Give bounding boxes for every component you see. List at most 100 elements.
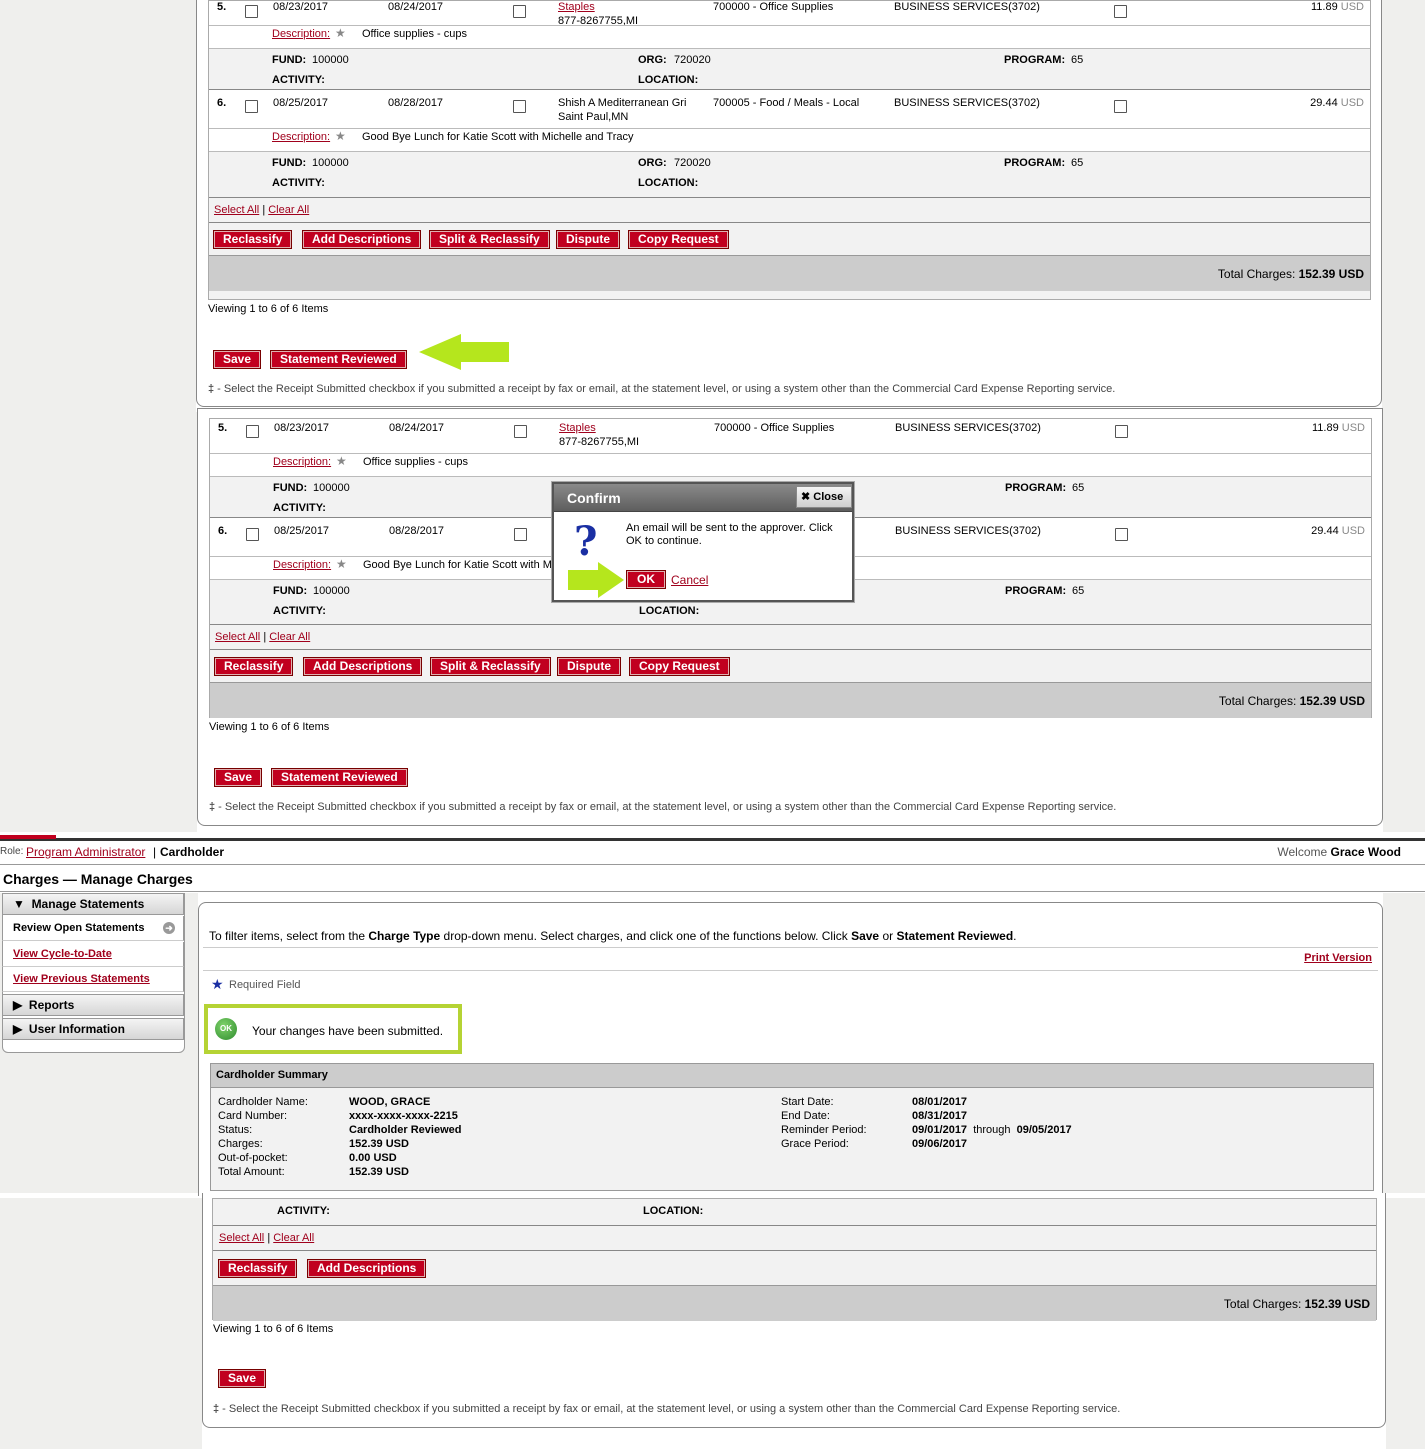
page-title-bar: Charges — Manage Charges <box>0 864 1425 892</box>
save-button[interactable]: Save <box>213 350 262 369</box>
select-row: Select All | Clear All <box>215 631 311 643</box>
summary-value: 09/05/2017 <box>1016 1124 1072 1136</box>
print-version-link[interactable]: Print Version <box>1304 952 1372 964</box>
gl-account: 700000 - Office Supplies <box>713 1 834 13</box>
ok-button[interactable]: OK <box>626 570 666 589</box>
summary-label: Status: <box>218 1124 253 1136</box>
amount: 11.89 <box>1310 1 1338 13</box>
receipt-checkbox[interactable] <box>514 425 527 438</box>
total-value: 152.39 USD <box>1298 267 1364 281</box>
currency: USD <box>1341 422 1365 434</box>
cancel-link[interactable]: Cancel <box>671 573 708 587</box>
user-name: Grace Wood <box>1330 845 1401 859</box>
description-link[interactable]: Description: <box>273 559 331 571</box>
description-text: Office supplies - cups <box>362 28 467 40</box>
total-value: 152.39 USD <box>1304 1297 1370 1311</box>
clear-all-link[interactable]: Clear All <box>268 204 309 216</box>
summary-value: WOOD, GRACE <box>349 1096 431 1108</box>
select-checkbox[interactable] <box>245 100 258 113</box>
clear-all-link[interactable]: Clear All <box>273 1232 314 1244</box>
description-row: Description: ★ Good Bye Lunch for Katie … <box>209 129 1370 151</box>
table-row: 5. 08/23/2017 08/24/2017 Staples 877-826… <box>210 419 1371 453</box>
required-star-icon: ★ <box>211 976 224 992</box>
success-message: OK Your changes have been submitted. <box>204 1004 462 1054</box>
row-number: 5. <box>218 422 228 434</box>
fund-label: FUND: <box>272 157 307 169</box>
select-row: Select All | Clear All <box>214 204 310 216</box>
copy-request-button[interactable]: Copy Request <box>629 657 730 676</box>
save-button[interactable]: Save <box>214 768 263 787</box>
nav-view-previous-statements[interactable]: View Previous Statements <box>2 967 184 992</box>
trans-date: 08/24/2017 <box>389 422 445 434</box>
action-bar: Reclassify Add Descriptions Split & Recl… <box>209 223 1370 255</box>
program-value: 65 <box>1071 54 1084 66</box>
footnote-text: - Select the Receipt Submitted checkbox … <box>219 1403 1121 1415</box>
charges-panel-2: 5. 08/23/2017 08/24/2017 Staples 877-826… <box>197 408 1383 826</box>
reclassify-button[interactable]: Reclassify <box>213 230 293 249</box>
nav-view-cycle-to-date[interactable]: View Cycle-to-Date <box>2 942 184 967</box>
confirm-dialog: Confirm ✖ Close ? An email will be sent … <box>552 482 854 602</box>
pointer-arrow-icon <box>419 334 509 370</box>
reclassify-button[interactable]: Reclassify <box>214 657 294 676</box>
total-bar: Total Charges: 152.39 USD <box>213 1285 1376 1321</box>
add-descriptions-button[interactable]: Add Descriptions <box>307 1259 427 1278</box>
nav-review-open-statements[interactable]: Review Open Statements ➜ <box>2 916 184 941</box>
add-descriptions-button[interactable]: Add Descriptions <box>303 657 423 676</box>
statement-reviewed-button[interactable]: Statement Reviewed <box>270 350 407 369</box>
select-checkbox[interactable] <box>246 528 259 541</box>
currency: USD <box>1340 97 1364 109</box>
trans-date: 08/24/2017 <box>388 1 444 13</box>
select-checkbox[interactable] <box>246 425 259 438</box>
copy-request-button[interactable]: Copy Request <box>628 230 729 249</box>
activity-label: ACTIVITY: <box>272 74 325 86</box>
receipt-checkbox[interactable] <box>513 100 526 113</box>
row-number: 6. <box>218 525 228 537</box>
summary-label: Charges: <box>218 1138 263 1150</box>
select-checkbox[interactable] <box>245 5 258 18</box>
select-all-link[interactable]: Select All <box>214 204 259 216</box>
dispute-button[interactable]: Dispute <box>556 230 621 249</box>
summary-title: Cardholder Summary <box>216 1069 328 1081</box>
role-admin-link[interactable]: Program Administrator <box>26 845 145 859</box>
nav-user-information[interactable]: ▶ User Information <box>2 1018 184 1040</box>
location-label: LOCATION: <box>639 605 700 617</box>
merchant-link[interactable]: Staples <box>558 1 595 13</box>
save-button[interactable]: Save <box>218 1369 267 1388</box>
merchant-location: Saint Paul,MN <box>558 111 629 123</box>
select-all-link[interactable]: Select All <box>219 1232 264 1244</box>
add-descriptions-button[interactable]: Add Descriptions <box>302 230 422 249</box>
reclassify-button[interactable]: Reclassify <box>218 1259 298 1278</box>
nav-manage-statements[interactable]: ▼ Manage Statements <box>2 893 184 915</box>
clear-all-link[interactable]: Clear All <box>269 631 310 643</box>
description-link[interactable]: Description: <box>273 456 331 468</box>
select-all-link[interactable]: Select All <box>215 631 260 643</box>
action-bar: Reclassify Add Descriptions Split & Recl… <box>210 650 1371 682</box>
dispute-button[interactable]: Dispute <box>557 657 622 676</box>
split-reclassify-button[interactable]: Split & Reclassify <box>430 657 551 676</box>
split-reclassify-button[interactable]: Split & Reclassify <box>429 230 550 249</box>
receipt-checkbox[interactable] <box>514 528 527 541</box>
currency: USD <box>1340 1 1364 13</box>
post-date: 08/23/2017 <box>273 1 329 13</box>
description-row: Description: ★ Office supplies - cups <box>209 26 1370 48</box>
dispute-checkbox[interactable] <box>1115 528 1128 541</box>
role-current: Cardholder <box>160 845 225 859</box>
triangle-right-icon: ▶ <box>13 1022 23 1036</box>
role-label: Role: <box>0 846 24 857</box>
dialog-title: Confirm <box>567 490 621 506</box>
statement-reviewed-button[interactable]: Statement Reviewed <box>271 768 408 787</box>
program-label: PROGRAM: <box>1005 585 1067 597</box>
receipt-checkbox[interactable] <box>513 5 526 18</box>
description-link[interactable]: Description: <box>272 28 330 40</box>
description-link[interactable]: Description: <box>272 131 330 143</box>
close-button[interactable]: ✖ Close <box>796 486 852 508</box>
nav-reports[interactable]: ▶ Reports <box>2 994 184 1016</box>
viewing-count: Viewing 1 to 6 of 6 Items <box>213 1323 334 1335</box>
dispute-checkbox[interactable] <box>1115 425 1128 438</box>
header-accent <box>0 835 56 839</box>
currency: USD <box>1341 525 1365 537</box>
merchant-link[interactable]: Staples <box>559 422 596 434</box>
dispute-checkbox[interactable] <box>1114 100 1127 113</box>
dispute-checkbox[interactable] <box>1114 5 1127 18</box>
left-margin <box>0 1198 202 1449</box>
